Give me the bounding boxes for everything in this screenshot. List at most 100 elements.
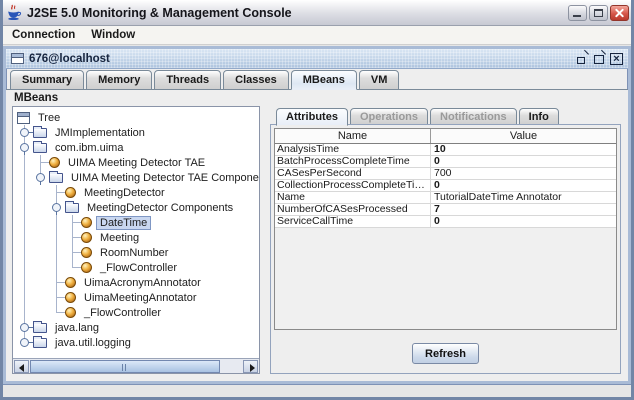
internal-frame: 676@localhost × SummaryMemoryThreadsClas… [3,46,631,384]
attribute-value-cell[interactable]: 0 [431,216,616,227]
scroll-right-button[interactable] [243,360,258,373]
mbean-tree: Tree JMImplementation com.ibm.uima UIMA … [13,108,259,358]
attribute-name-cell[interactable]: Name [275,192,431,203]
attribute-tab-strip: AttributesOperationsNotificationsInfo [270,106,621,125]
connection-title: 676@localhost [29,53,110,65]
mbean-tree-panel: Tree JMImplementation com.ibm.uima UIMA … [12,106,260,374]
table-row[interactable]: AnalysisTime 10 [275,144,616,156]
mbeans-label: MBeans [14,92,58,104]
menu-window[interactable]: Window [83,28,143,42]
folder-icon [33,323,47,333]
attribute-value-cell[interactable]: TutorialDateTime Annotator [431,192,616,203]
window-titlebar[interactable]: J2SE 5.0 Monitoring & Management Console [0,0,634,26]
attributes-table-header: Name Value [275,129,616,144]
mbean-icon [65,292,76,303]
button-bar: Refresh [271,334,620,373]
table-row[interactable]: CollectionProcessCompleteTime 0 [275,180,616,192]
tree-node[interactable]: UimaMeetingAnnotator [17,290,259,305]
close-frame-button[interactable]: × [610,53,623,65]
attribute-value-cell[interactable]: 7 [431,204,616,215]
scroll-left-button[interactable] [14,360,29,373]
attribute-name-cell[interactable]: ServiceCallTime [275,216,431,227]
attribute-name-cell[interactable]: CASesPerSecond [275,168,431,179]
internal-frame-titlebar[interactable]: 676@localhost × [6,49,628,69]
mbean-icon [81,232,92,243]
tree-node[interactable]: Meeting [17,230,259,245]
tree-expand-handle[interactable] [17,335,33,350]
attribute-name-cell[interactable]: NumberOfCASesProcessed [275,204,431,215]
close-button[interactable] [610,5,629,21]
tree-node[interactable]: RoomNumber [17,245,259,260]
attribute-value-cell[interactable]: 700 [431,168,616,179]
tree-node[interactable]: Tree [17,110,259,125]
tree-node[interactable]: java.lang [17,320,259,335]
table-row[interactable]: ServiceCallTime 0 [275,216,616,228]
tab-mbeans[interactable]: MBeans [291,70,357,90]
attribute-name-cell[interactable]: CollectionProcessCompleteTime [275,180,431,191]
iconify-frame-button[interactable] [576,53,589,65]
tree-hscrollbar[interactable] [13,358,259,373]
right-arrow-icon [250,364,255,372]
tree-node[interactable]: com.ibm.uima [17,140,259,155]
table-row[interactable]: CASesPerSecond 700 [275,168,616,180]
tree-node[interactable]: MeetingDetector Components [17,200,259,215]
tree-node[interactable]: DateTime [17,215,259,230]
table-row[interactable]: BatchProcessCompleteTime 0 [275,156,616,168]
folder-icon [49,173,63,183]
window-icon [11,53,24,64]
menu-bar: Connection Window [0,26,634,45]
maximize-frame-button[interactable] [593,53,606,65]
attribute-value-cell[interactable]: 0 [431,180,616,191]
mbean-icon [81,217,92,228]
tree-node[interactable]: _FlowController [17,305,259,320]
tree-expand-handle[interactable] [17,140,33,155]
tree-node[interactable]: UimaAcronymAnnotator [17,275,259,290]
attributes-tab-content: Name Value AnalysisTime 10 BatchProcessC… [270,124,621,374]
tree-expand-handle[interactable] [49,200,65,215]
attribute-name-cell[interactable]: BatchProcessCompleteTime [275,156,431,167]
tree-node[interactable]: JMImplementation [17,125,259,140]
desktop-pane: 676@localhost × SummaryMemoryThreadsClas… [3,46,631,397]
tree-node[interactable]: java.util.logging [17,335,259,350]
mbeans-panel: MBeans Tree JMImplementation com.ibm.uim… [6,90,628,381]
tree-node[interactable]: UIMA Meeting Detector TAE Components [17,170,259,185]
left-arrow-icon [19,364,24,372]
tree-node[interactable]: _FlowController [17,260,259,275]
mbean-icon [65,187,76,198]
tab-threads[interactable]: Threads [154,70,221,90]
menu-connection[interactable]: Connection [4,28,83,42]
tree-expand-handle[interactable] [33,170,49,185]
scroll-thumb[interactable] [30,360,220,373]
tab-vm[interactable]: VM [359,70,400,90]
mbean-icon [49,157,60,168]
java-cup-icon [5,4,22,21]
tree-node[interactable]: MeetingDetector [17,185,259,200]
app-window: J2SE 5.0 Monitoring & Management Console… [0,0,634,400]
maximize-button[interactable] [589,5,608,21]
mbean-icon [81,262,92,273]
maximize-icon [594,9,603,17]
tab-classes[interactable]: Classes [223,70,289,90]
tree-expand-handle[interactable] [17,320,33,335]
folder-icon [65,203,79,213]
tab-memory[interactable]: Memory [86,70,152,90]
tab-attributes[interactable]: Attributes [276,108,348,126]
attribute-name-cell[interactable]: AnalysisTime [275,144,431,155]
table-row[interactable]: NumberOfCASesProcessed 7 [275,204,616,216]
minimize-button[interactable] [568,5,587,21]
mbean-icon [81,247,92,258]
splitpane-divider[interactable] [260,106,270,374]
refresh-button[interactable]: Refresh [412,343,479,364]
minimize-icon [573,15,581,17]
attribute-value-cell[interactable]: 0 [431,156,616,167]
folder-icon [33,338,47,348]
column-header-value[interactable]: Value [431,129,616,143]
attribute-panel: AttributesOperationsNotificationsInfo Na… [270,106,621,374]
mbean-icon [65,277,76,288]
column-header-name[interactable]: Name [275,129,431,143]
tree-node[interactable]: UIMA Meeting Detector TAE [17,155,259,170]
attribute-value-cell[interactable]: 10 [431,144,616,155]
tab-summary[interactable]: Summary [10,70,84,90]
tree-expand-handle[interactable] [17,125,33,140]
table-row[interactable]: Name TutorialDateTime Annotator [275,192,616,204]
